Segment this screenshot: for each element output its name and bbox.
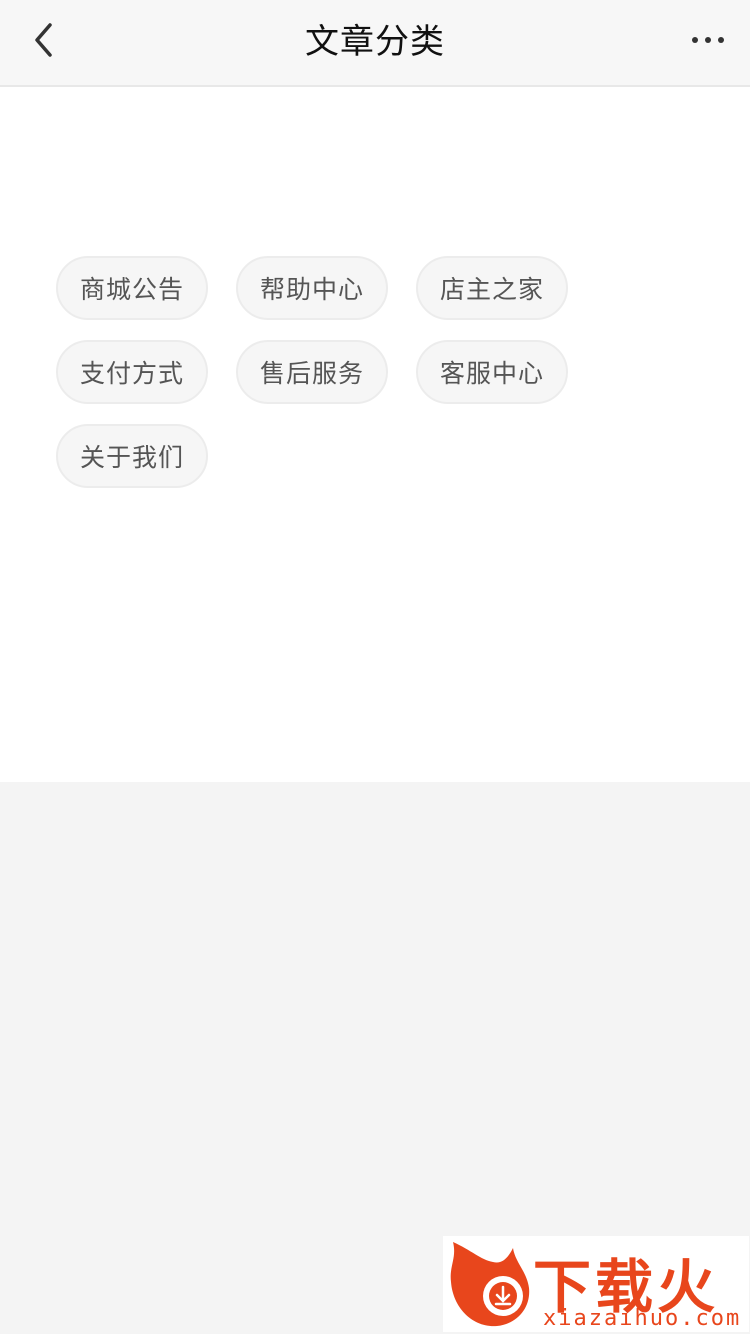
- category-tag-help-center[interactable]: 帮助中心: [236, 256, 388, 320]
- category-row: 商城公告 帮助中心 店主之家: [56, 256, 616, 322]
- watermark-logo: 下载火 xiazaihuo.com: [443, 1236, 749, 1332]
- page-title: 文章分类: [305, 22, 445, 62]
- category-tag-payment-methods[interactable]: 支付方式: [56, 340, 208, 404]
- category-tag-customer-service[interactable]: 客服中心: [416, 340, 568, 404]
- category-tag-shop-notice[interactable]: 商城公告: [56, 256, 208, 320]
- category-panel: 商城公告 帮助中心 店主之家 支付方式 售后服务 客服中心 关于我们: [0, 87, 750, 782]
- category-tag-shopkeeper-home[interactable]: 店主之家: [416, 256, 568, 320]
- flame-download-icon: [450, 1242, 530, 1327]
- category-row: 关于我们: [56, 424, 616, 490]
- more-button[interactable]: [686, 20, 730, 60]
- top-navigation-bar: 文章分类: [0, 0, 750, 87]
- category-tag-list: 商城公告 帮助中心 店主之家 支付方式 售后服务 客服中心 关于我们: [56, 256, 616, 508]
- category-row: 支付方式 售后服务 客服中心: [56, 340, 616, 406]
- ellipsis-icon: [692, 37, 724, 43]
- category-tag-after-sales[interactable]: 售后服务: [236, 340, 388, 404]
- category-tag-about-us[interactable]: 关于我们: [56, 424, 208, 488]
- watermark-domain: xiazaihuo.com: [543, 1306, 742, 1331]
